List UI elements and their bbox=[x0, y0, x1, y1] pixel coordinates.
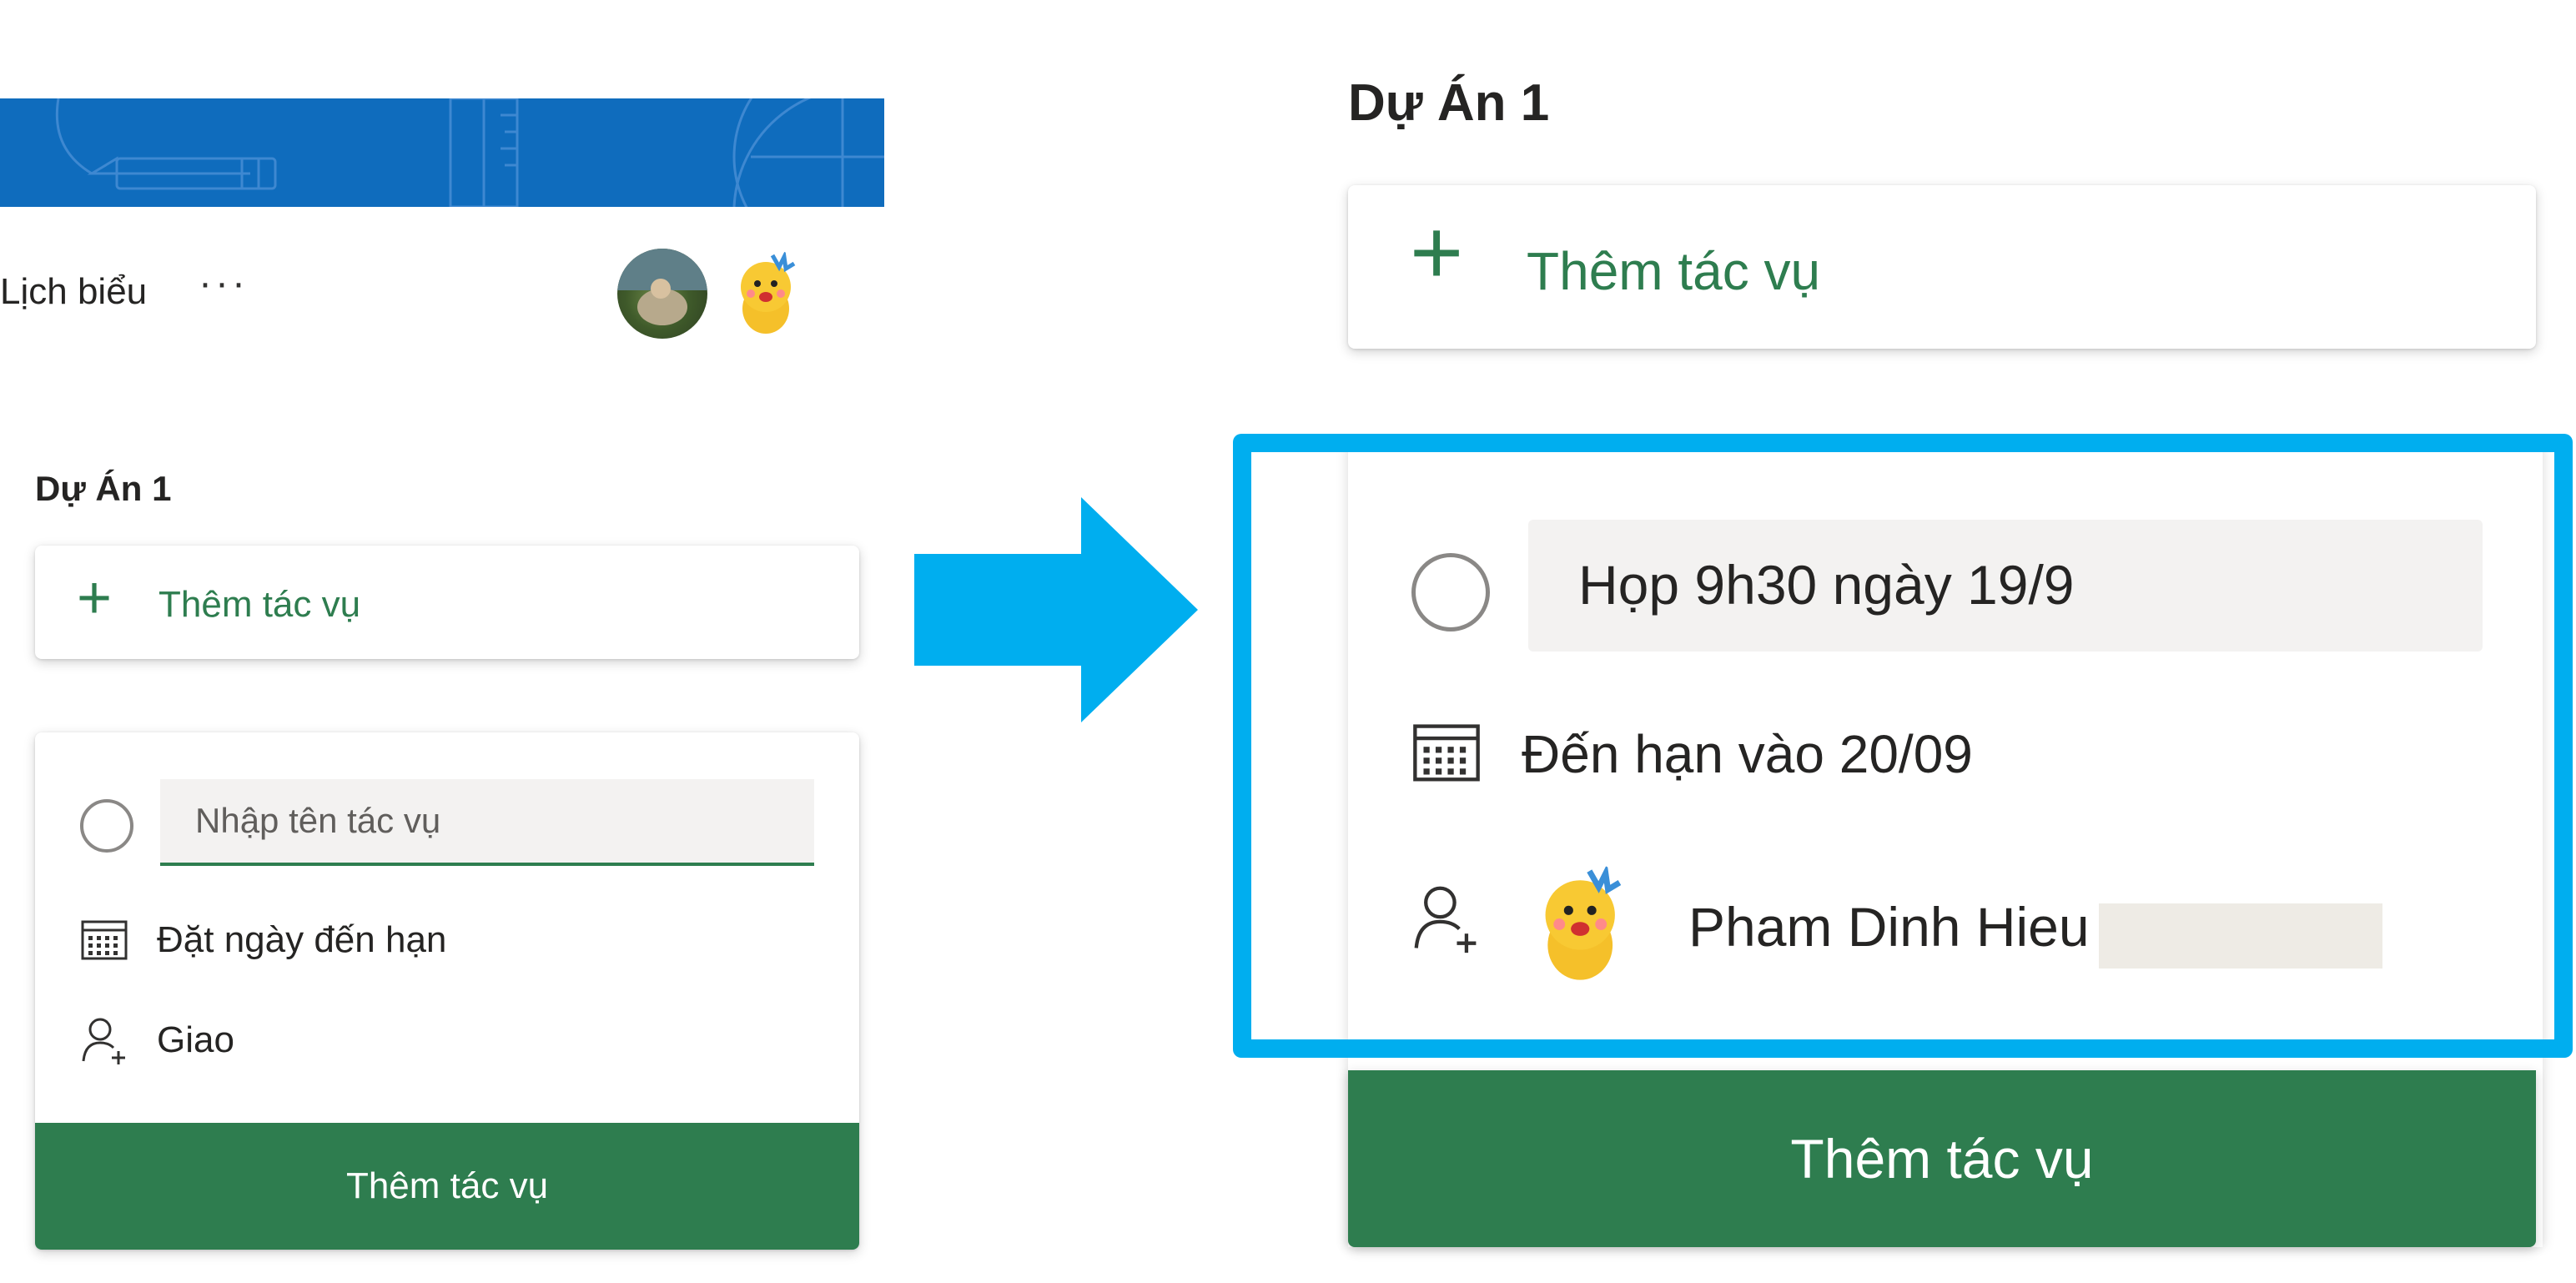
submit-add-task-button-zoomed[interactable]: Thêm tác vụ bbox=[1348, 1070, 2536, 1247]
banner-decoration bbox=[55, 98, 884, 207]
right-arrow-icon bbox=[914, 497, 1198, 722]
project-banner bbox=[0, 98, 884, 207]
member-avatar-mascot[interactable] bbox=[722, 249, 813, 339]
mascot-icon bbox=[722, 249, 813, 339]
complete-checkbox[interactable] bbox=[1411, 553, 1490, 631]
add-task-label: Thêm tác vụ bbox=[1527, 241, 1821, 301]
plus-icon: + bbox=[77, 565, 113, 631]
set-due-date-button[interactable]: Đặt ngày đến hạn bbox=[157, 919, 446, 961]
plus-icon: + bbox=[1410, 201, 1464, 304]
assign-button[interactable]: Giao bbox=[157, 1019, 234, 1061]
submit-add-task-button[interactable]: Thêm tác vụ bbox=[35, 1123, 859, 1250]
calendar-icon bbox=[1413, 724, 1480, 782]
assignee-avatar[interactable] bbox=[1520, 862, 1645, 987]
photo-icon bbox=[617, 249, 707, 325]
person-add-icon bbox=[82, 1018, 125, 1064]
assignee-name: Pham Dinh Hieu bbox=[1688, 896, 2090, 958]
left-panel: Lịch biểu ··· Dự Án 1 + Thêm tác vụ Nhập… bbox=[0, 0, 884, 1283]
project-title: Dự Án 1 bbox=[35, 469, 172, 508]
task-name-input[interactable]: Họp 9h30 ngày 19/9 bbox=[1528, 520, 2483, 652]
complete-checkbox[interactable] bbox=[80, 799, 133, 853]
new-task-form: Đặt ngày đến hạn Giao Thêm tác vụ bbox=[35, 732, 859, 1250]
more-options-button[interactable]: ··· bbox=[199, 260, 249, 306]
task-name-input[interactable] bbox=[160, 779, 814, 866]
add-task-label: Thêm tác vụ bbox=[158, 584, 361, 625]
calendar-icon bbox=[81, 920, 128, 960]
project-title-zoomed: Dự Án 1 bbox=[1348, 74, 1550, 132]
person-add-icon[interactable] bbox=[1411, 883, 1483, 955]
add-task-button-zoomed[interactable]: + Thêm tác vụ bbox=[1348, 185, 2536, 349]
member-avatar-photo[interactable] bbox=[617, 249, 707, 339]
redacted-area bbox=[2099, 903, 2382, 969]
due-date-button[interactable]: Đến hạn vào 20/09 bbox=[1522, 723, 1973, 785]
mascot-icon bbox=[1520, 862, 1645, 987]
add-task-button[interactable]: + Thêm tác vụ bbox=[35, 546, 859, 659]
tab-schedule[interactable]: Lịch biểu bbox=[0, 271, 147, 313]
